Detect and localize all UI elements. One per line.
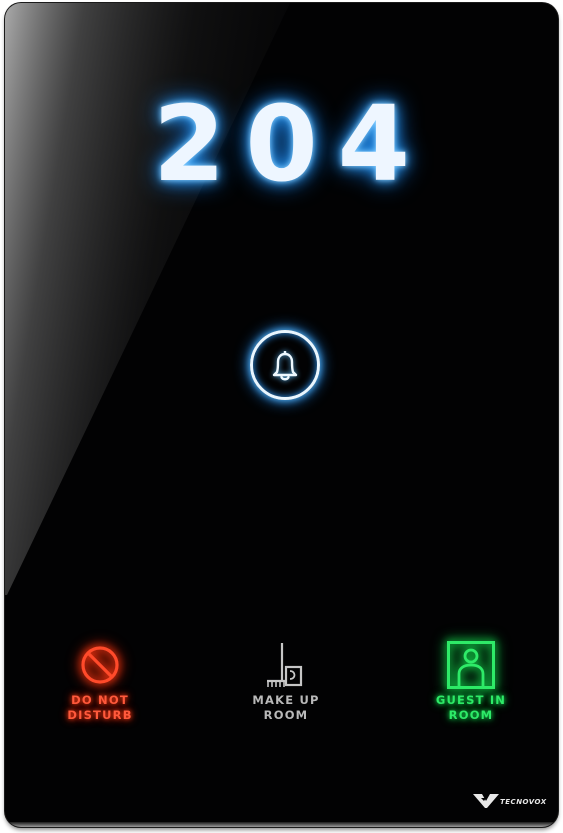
make-up-room-label: MAKE UP ROOM [252,693,320,722]
do-not-disturb-label: DO NOT DISTURB [67,693,133,722]
bell-icon [272,350,298,381]
tecnovox-logo-icon [473,794,499,808]
panel-bottom-edge [5,822,558,827]
room-number-display: 204 [152,83,431,205]
guest-in-room-label: GUEST IN ROOM [435,693,507,722]
person-in-room-icon [447,641,495,689]
call-bell-button[interactable] [250,330,320,400]
brand-name: TECNOVOX [500,797,547,806]
broom-bucket-icon [267,643,303,687]
brand-logo: TECNOVOX [473,792,547,808]
no-entry-icon [81,646,119,684]
door-panel: 204 DO NOT DISTURB MAKE UP ROOM GUEST IN… [5,3,558,827]
